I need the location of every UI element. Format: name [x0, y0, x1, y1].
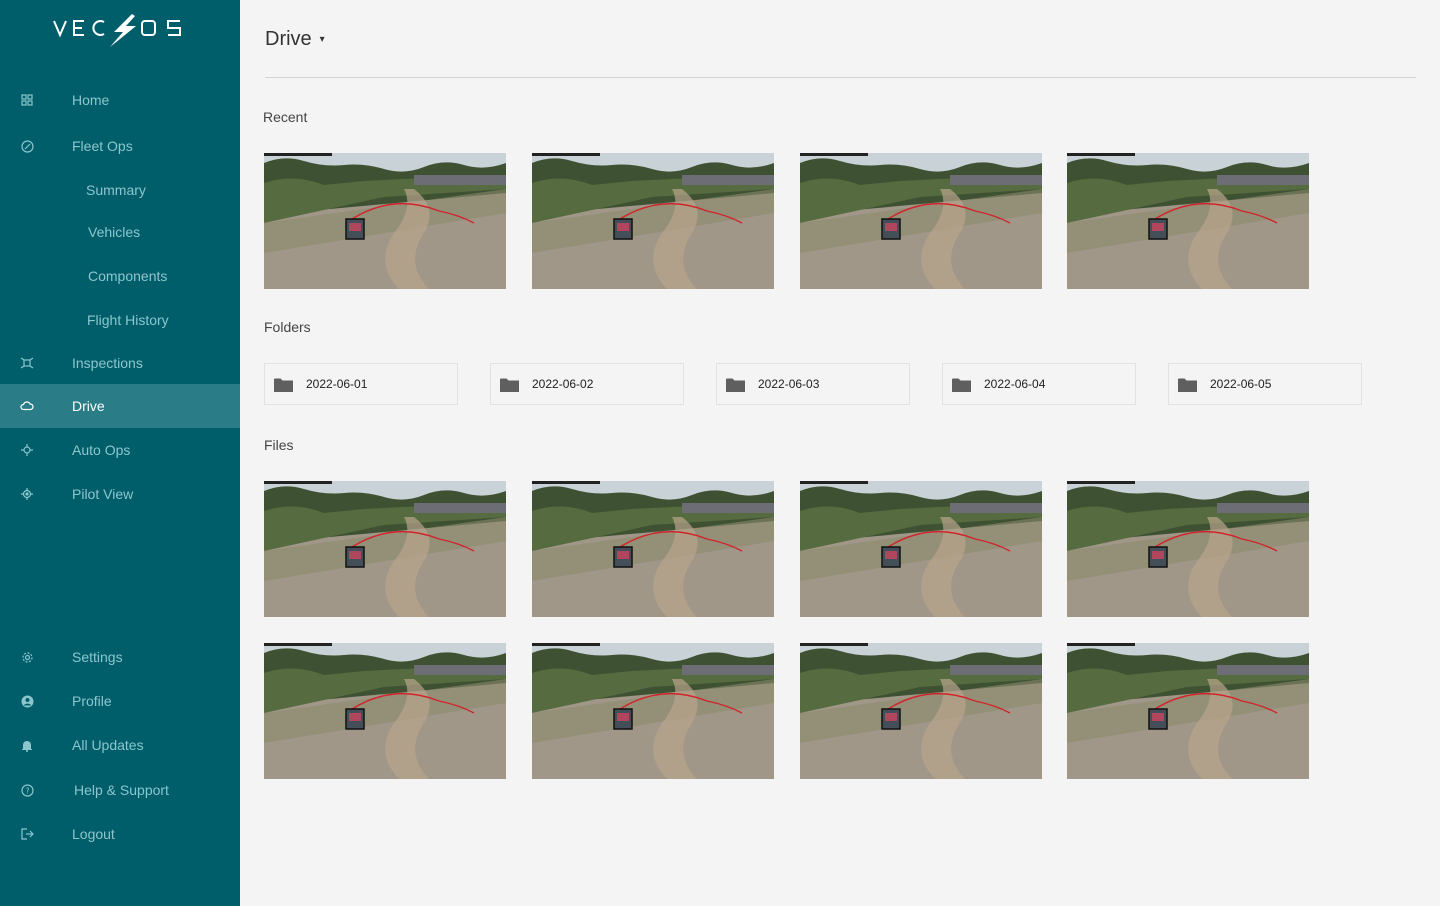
cloud-icon: [20, 399, 34, 413]
sidebar-item-label: Drive: [72, 398, 105, 414]
folder-name: 2022-06-02: [532, 377, 594, 391]
sidebar-item-label: Pilot View: [72, 486, 134, 502]
sidebar-item-label: Fleet Ops: [72, 138, 133, 154]
target-icon: [20, 487, 34, 501]
video-thumbnail-image: [264, 643, 506, 779]
video-thumbnail-image: [1067, 481, 1309, 617]
video-thumbnail-image: [800, 643, 1042, 779]
drone-icon: [20, 356, 34, 370]
folder-name: 2022-06-04: [984, 377, 1046, 391]
sidebar-item-label: Help & Support: [74, 782, 169, 798]
sidebar-item-label: Home: [72, 92, 110, 108]
sidebar-item-label: Profile: [72, 693, 112, 709]
sidebar-item-label: Settings: [72, 649, 123, 665]
recent-file-thumbnail[interactable]: [532, 153, 774, 289]
folder-name: 2022-06-03: [758, 377, 820, 391]
recent-file-thumbnail[interactable]: [264, 153, 506, 289]
folder-card[interactable]: 2022-06-01: [264, 363, 458, 405]
sidebar-item-home[interactable]: Home: [0, 78, 240, 122]
caret-down-icon: ▾: [319, 34, 325, 45]
sidebar-item-label: Vehicles: [88, 224, 141, 240]
file-thumbnail[interactable]: [264, 481, 506, 617]
video-thumbnail-image: [800, 481, 1042, 617]
sidebar-item-inspections[interactable]: Inspections: [0, 341, 240, 385]
video-thumbnail-image: [532, 153, 774, 289]
sidebar-item-label: All Updates: [72, 737, 144, 753]
file-thumbnail[interactable]: [1067, 481, 1309, 617]
sidebar-item-label: Inspections: [72, 355, 143, 371]
video-thumbnail-image: [1067, 643, 1309, 779]
sidebar: Home Fleet Ops Summary Vehicles Componen…: [0, 0, 240, 906]
video-thumbnail-image: [264, 153, 506, 289]
sidebar-item-drive[interactable]: Drive: [0, 384, 240, 428]
logout-icon: [20, 827, 34, 841]
folder-card[interactable]: 2022-06-05: [1168, 363, 1362, 405]
file-thumbnail[interactable]: [264, 643, 506, 779]
sidebar-item-fleet-ops[interactable]: Fleet Ops: [0, 124, 240, 168]
folders-section-title: Folders: [264, 319, 311, 335]
folder-card[interactable]: 2022-06-02: [490, 363, 684, 405]
sidebar-item-help[interactable]: ? Help & Support: [0, 768, 240, 812]
header-divider: [265, 77, 1416, 78]
sidebar-item-logout[interactable]: Logout: [0, 812, 240, 856]
folder-icon: [500, 378, 519, 392]
drive-dropdown[interactable]: Drive ▾: [265, 28, 325, 51]
folder-icon: [726, 378, 745, 392]
sidebar-item-label: Logout: [72, 826, 115, 842]
sidebar-item-label: Flight History: [87, 312, 169, 328]
recent-section-title: Recent: [263, 109, 308, 125]
sidebar-item-label: Auto Ops: [72, 442, 131, 458]
folder-name: 2022-06-01: [306, 377, 368, 391]
sidebar-item-profile[interactable]: Profile: [0, 679, 240, 723]
file-thumbnail[interactable]: [1067, 643, 1309, 779]
gear-icon: [20, 650, 34, 664]
file-thumbnail[interactable]: [532, 481, 774, 617]
folder-card[interactable]: 2022-06-04: [942, 363, 1136, 405]
folder-name: 2022-06-05: [1210, 377, 1272, 391]
sidebar-item-summary[interactable]: Summary: [0, 168, 240, 212]
file-thumbnail[interactable]: [800, 643, 1042, 779]
bell-icon: [20, 738, 34, 752]
file-thumbnail[interactable]: [532, 643, 774, 779]
folder-icon: [274, 378, 293, 392]
sidebar-item-components[interactable]: Components: [0, 254, 240, 298]
sidebar-item-label: Components: [88, 268, 168, 284]
folder-icon: [952, 378, 971, 392]
sidebar-item-settings[interactable]: Settings: [0, 635, 240, 679]
help-icon: ?: [20, 783, 34, 797]
folder-icon: [1178, 378, 1197, 392]
sidebar-item-flight-history[interactable]: Flight History: [0, 298, 240, 342]
sidebar-item-label: Summary: [86, 182, 146, 198]
sidebar-item-all-updates[interactable]: All Updates: [0, 723, 240, 767]
svg-text:?: ?: [25, 786, 29, 795]
grid-icon: [20, 93, 34, 107]
user-icon: [20, 694, 34, 708]
file-thumbnail[interactable]: [800, 481, 1042, 617]
files-section-title: Files: [264, 437, 294, 453]
video-thumbnail-image: [1067, 153, 1309, 289]
compass-icon: [20, 139, 34, 153]
crosshair-icon: [20, 443, 34, 457]
vectos-logo[interactable]: [52, 14, 184, 48]
page-title: Drive: [265, 28, 312, 50]
sidebar-item-vehicles[interactable]: Vehicles: [0, 210, 240, 254]
recent-file-thumbnail[interactable]: [1067, 153, 1309, 289]
video-thumbnail-image: [532, 643, 774, 779]
sidebar-item-auto-ops[interactable]: Auto Ops: [0, 428, 240, 472]
recent-file-thumbnail[interactable]: [800, 153, 1042, 289]
video-thumbnail-image: [264, 481, 506, 617]
sidebar-item-pilot-view[interactable]: Pilot View: [0, 472, 240, 516]
folder-card[interactable]: 2022-06-03: [716, 363, 910, 405]
video-thumbnail-image: [532, 481, 774, 617]
video-thumbnail-image: [800, 153, 1042, 289]
